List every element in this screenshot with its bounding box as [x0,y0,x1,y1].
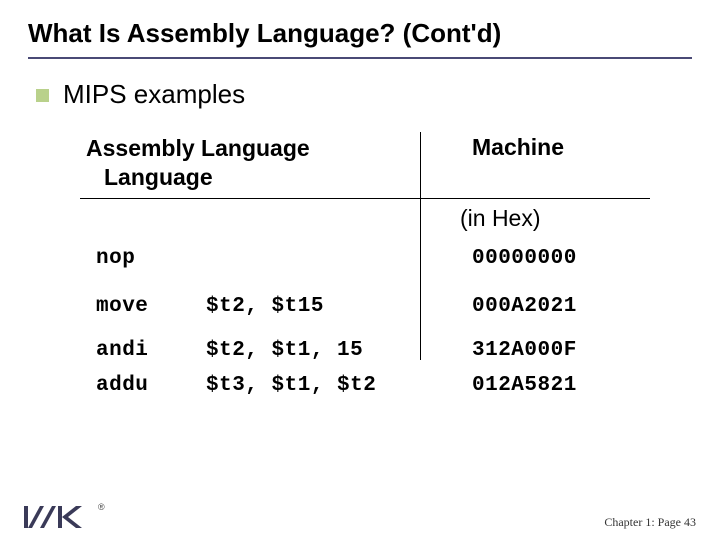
table-row: nop 00000000 [80,244,692,274]
bullet-item: MIPS examples [36,79,692,110]
cell-operands: $t2, $t1, 15 [206,336,460,366]
table-row: andi $t2, $t1, 15 312A000F [80,336,692,366]
cell-operands [206,244,460,274]
table-header-row: Assembly Language Language Machine [80,132,692,194]
cell-hex: 012A5821 [460,371,577,401]
cell-hex: 312A000F [460,336,577,366]
cell-mnemonic: andi [80,336,206,366]
header-subhead: (in Hex) [80,205,692,232]
slide-title: What Is Assembly Language? (Cont'd) [28,18,692,55]
cell-operands: $t2, $t15 [206,292,460,322]
cell-mnemonic: nop [80,244,206,274]
bullet-square-icon [36,89,49,102]
cell-mnemonic: move [80,292,206,322]
example-table: Assembly Language Language Machine (in H… [80,132,692,401]
table-row: move $t2, $t15 000A2021 [80,292,692,322]
registered-mark: ® [98,502,105,512]
cell-mnemonic: addu [80,371,206,401]
mk-logo-icon [24,502,96,532]
header-assembly-line1: Assembly Language [86,135,310,161]
bullet-text: MIPS examples [63,79,245,110]
cell-operands: $t3, $t1, $t2 [206,371,460,401]
publisher-logo: ® [24,502,105,532]
header-assembly-line2: Language [86,164,213,190]
header-machine: Machine [420,132,564,194]
cell-hex: 000A2021 [460,292,577,322]
table-row: addu $t3, $t1, $t2 012A5821 [80,371,692,401]
table-horizontal-rule [80,198,650,199]
footer-page-label: Chapter 1: Page 43 [604,515,696,530]
table-vertical-rule [420,132,421,360]
header-assembly: Assembly Language Language [80,132,420,194]
slide: What Is Assembly Language? (Cont'd) MIPS… [0,0,720,401]
title-underline [28,57,692,59]
cell-hex: 00000000 [460,244,577,274]
